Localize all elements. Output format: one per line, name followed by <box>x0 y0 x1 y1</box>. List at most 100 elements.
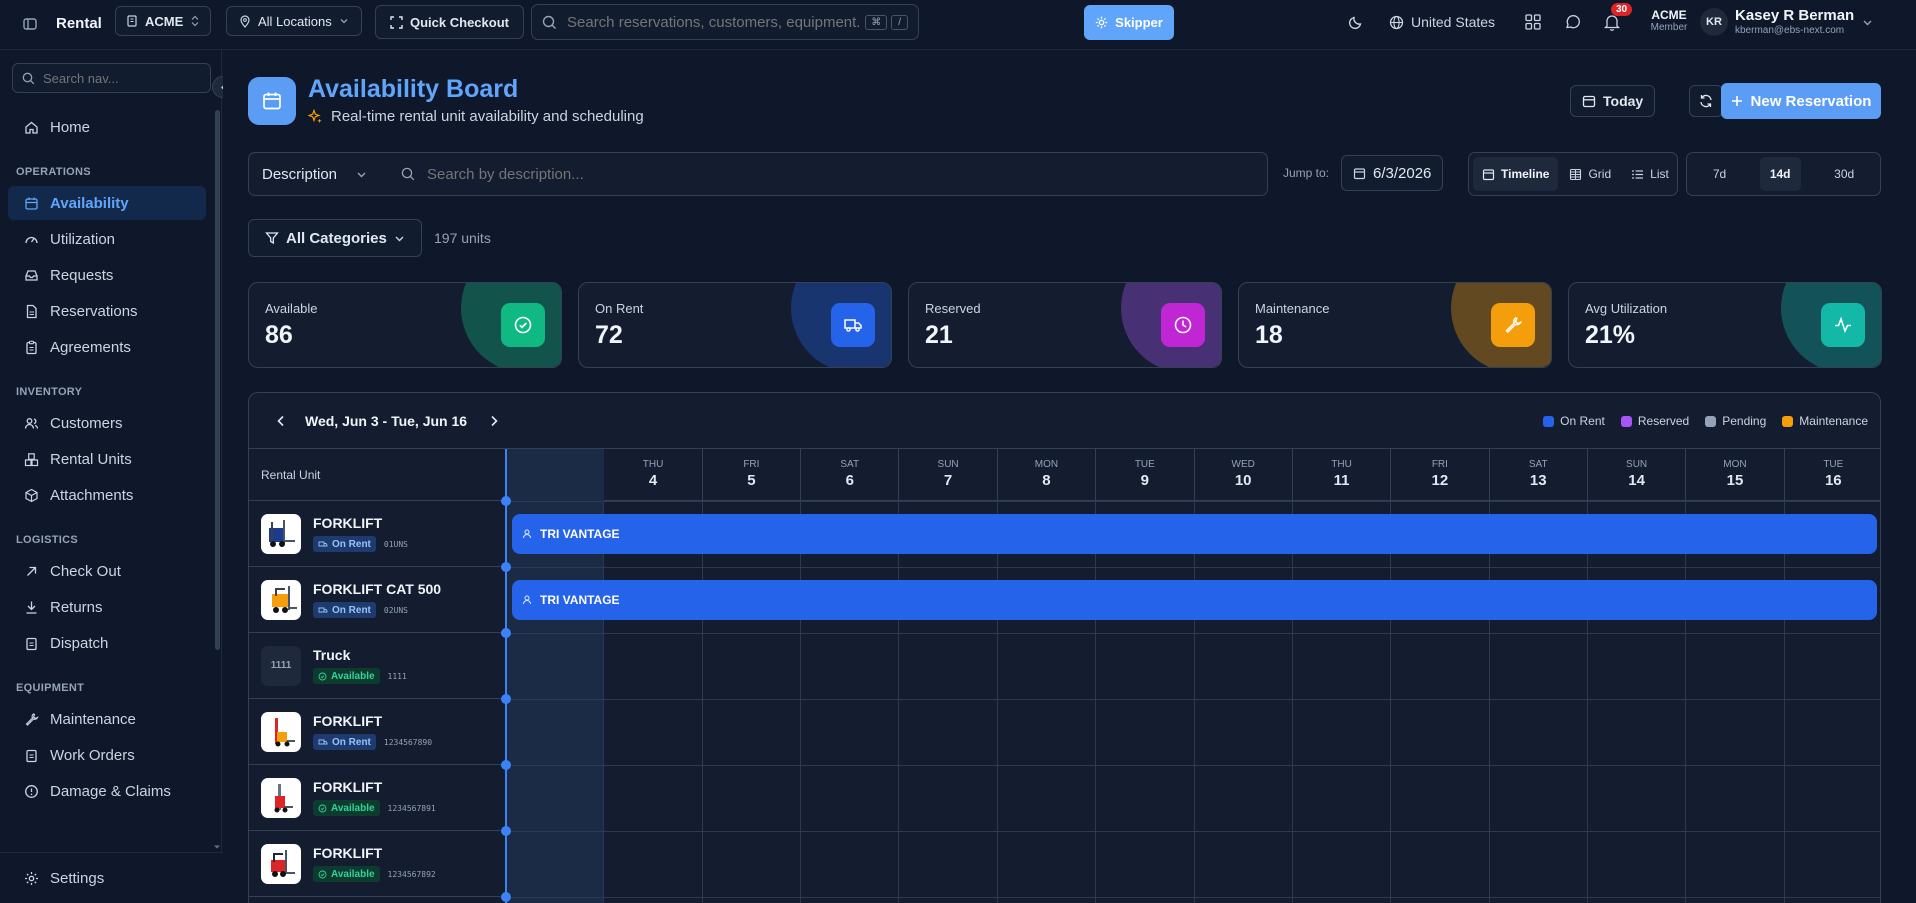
sidebar-toggle-icon[interactable] <box>22 16 38 32</box>
day-header: SUN 14 <box>1586 449 1685 501</box>
calendar-icon <box>1353 167 1366 180</box>
quick-checkout-button[interactable]: Quick Checkout <box>375 5 524 39</box>
day-header: SAT 13 <box>1488 449 1587 501</box>
view-list-button[interactable]: List <box>1622 157 1678 191</box>
scroll-down-arrow-icon[interactable] <box>213 843 221 851</box>
view-grid-button[interactable]: Grid <box>1560 157 1620 191</box>
unit-name: FORKLIFT <box>313 845 383 861</box>
today-marker-dot <box>501 892 511 902</box>
new-reservation-button[interactable]: New Reservation <box>1721 83 1881 119</box>
day-of-week: THU <box>642 459 664 470</box>
day-number: 4 <box>648 472 658 489</box>
user-icon <box>522 595 532 605</box>
range-30d-button[interactable]: 30d <box>1824 157 1864 191</box>
table-row[interactable]: 1111 Truck Available 1111 <box>249 633 506 699</box>
table-row[interactable]: FORKLIFT CAT 500 On Rent 02UNS <box>249 567 506 633</box>
moon-icon[interactable] <box>1348 14 1364 30</box>
sidebar-item-agreements[interactable]: Agreements <box>8 330 206 364</box>
sidebar-item-label: Availability <box>50 194 129 212</box>
nav-search-input[interactable] <box>43 70 201 86</box>
org-name: ACME <box>145 13 184 29</box>
sidebar-item-dispatch[interactable]: Dispatch <box>8 626 206 660</box>
day-number: 10 <box>1234 472 1252 489</box>
sidebar-item-utilization[interactable]: Utilization <box>8 222 206 256</box>
categories-filter[interactable]: All Categories <box>248 219 422 257</box>
table-row[interactable]: FORKLIFT On Rent 01UNS <box>249 501 506 567</box>
global-search[interactable]: ⌘ / <box>531 4 919 40</box>
shortcut-key: ⌘ <box>865 14 888 30</box>
global-search-input[interactable] <box>567 13 862 31</box>
status-badge: Available <box>313 800 380 816</box>
table-row[interactable]: FORKLIFT On Rent 1234567890 <box>249 699 506 765</box>
description-search-input[interactable] <box>427 163 1247 185</box>
region-selector[interactable]: United States <box>1389 14 1495 30</box>
grid-line-horizontal <box>505 501 1880 502</box>
today-marker-dot <box>501 562 511 572</box>
chevron-right-icon[interactable] <box>487 414 501 428</box>
sidebar-item-returns[interactable]: Returns <box>8 590 206 624</box>
search-field-select[interactable]: Description <box>249 153 377 195</box>
range-7d-button[interactable]: 7d <box>1703 157 1736 191</box>
user-menu[interactable]: Kasey R Berman kberman@ebs-next.com <box>1735 7 1854 36</box>
user-icon <box>522 529 532 539</box>
range-14d-button[interactable]: 14d <box>1759 157 1801 191</box>
day-of-week: TUE <box>1823 459 1844 470</box>
sidebar-item-settings[interactable]: Settings <box>8 861 214 895</box>
sidebar-scrollbar[interactable] <box>215 110 220 650</box>
sidebar-item-requests[interactable]: Requests <box>8 258 206 292</box>
top-bar: Rental ACME All Locations Quick Checkout… <box>0 0 1916 50</box>
sidebar-item-availability[interactable]: Availability <box>8 186 206 220</box>
chevron-down-icon[interactable] <box>1862 17 1873 28</box>
chevron-left-icon[interactable] <box>274 414 288 428</box>
avatar[interactable]: KR <box>1700 8 1728 36</box>
unit-name: FORKLIFT <box>313 779 383 795</box>
page-subtitle: Real-time rental unit availability and s… <box>331 108 644 125</box>
stat-label: Avg Utilization <box>1585 301 1668 316</box>
sidebar-item-damage-claims[interactable]: Damage & Claims <box>8 774 206 808</box>
sidebar-item-home[interactable]: Home <box>8 110 206 144</box>
unit-code: 1234567892 <box>387 869 436 879</box>
sidebar-item-attachments[interactable]: Attachments <box>8 478 206 512</box>
location-selector[interactable]: All Locations <box>226 6 362 36</box>
thumbnail-text: 1111 <box>270 660 292 671</box>
chat-icon[interactable] <box>1564 13 1582 31</box>
sidebar-item-maintenance[interactable]: Maintenance <box>8 702 206 736</box>
sidebar-item-check-out[interactable]: Check Out <box>8 554 206 588</box>
table-row[interactable]: FORKLIFT Available 1234567892 <box>249 831 506 897</box>
apps-grid-icon[interactable] <box>1524 13 1542 31</box>
nav-search[interactable] <box>12 63 211 93</box>
user-name: Kasey R Berman <box>1735 7 1855 24</box>
timeline-body: FORKLIFT On Rent 01UNS FORKLIFT CAT 500 … <box>249 449 1880 903</box>
unit-code: 02UNS <box>383 605 408 615</box>
view-timeline-button[interactable]: Timeline <box>1473 157 1559 191</box>
sidebar-item-label: Check Out <box>50 562 121 580</box>
grid-line-horizontal <box>505 765 1880 766</box>
sidebar-item-label: Attachments <box>50 486 134 504</box>
booking-bar[interactable]: TRI VANTAGE <box>512 514 1877 554</box>
grid-icon <box>1569 168 1582 181</box>
unit-thumbnail-placeholder: 1111 <box>261 645 301 686</box>
globe-icon <box>1389 15 1404 30</box>
view-list-label: List <box>1650 167 1669 181</box>
status-text: Available <box>331 670 375 682</box>
timeline-header-row: Rental Unit WED3THU4FRI5SAT6SUN7MON8TUE9… <box>249 449 1880 501</box>
range-toggle: 7d 14d 30d <box>1686 152 1881 196</box>
sidebar-item-label: Rental Units <box>50 450 132 468</box>
day-of-week: THU <box>1331 459 1352 470</box>
status-text: Available <box>331 868 375 880</box>
unit-name: FORKLIFT <box>313 515 383 531</box>
refresh-button[interactable] <box>1689 85 1723 117</box>
sidebar-item-customers[interactable]: Customers <box>8 406 206 440</box>
today-button[interactable]: Today <box>1570 85 1656 117</box>
jump-to-date-picker[interactable]: 6/3/2026 <box>1341 155 1444 191</box>
location-label: All Locations <box>258 13 332 29</box>
org-switcher[interactable]: ACME <box>115 6 212 36</box>
stat-value: 18 <box>1255 321 1283 349</box>
table-row[interactable]: FORKLIFT Available 1234567891 <box>249 765 506 831</box>
booking-bar[interactable]: TRI VANTAGE <box>512 580 1877 620</box>
sidebar-item-work-orders[interactable]: Work Orders <box>8 738 206 772</box>
sidebar-item-reservations[interactable]: Reservations <box>8 294 206 328</box>
org-info-name: ACME <box>1651 8 1687 22</box>
skipper-button[interactable]: Skipper <box>1084 5 1174 40</box>
sidebar-item-rental-units[interactable]: Rental Units <box>8 442 206 476</box>
